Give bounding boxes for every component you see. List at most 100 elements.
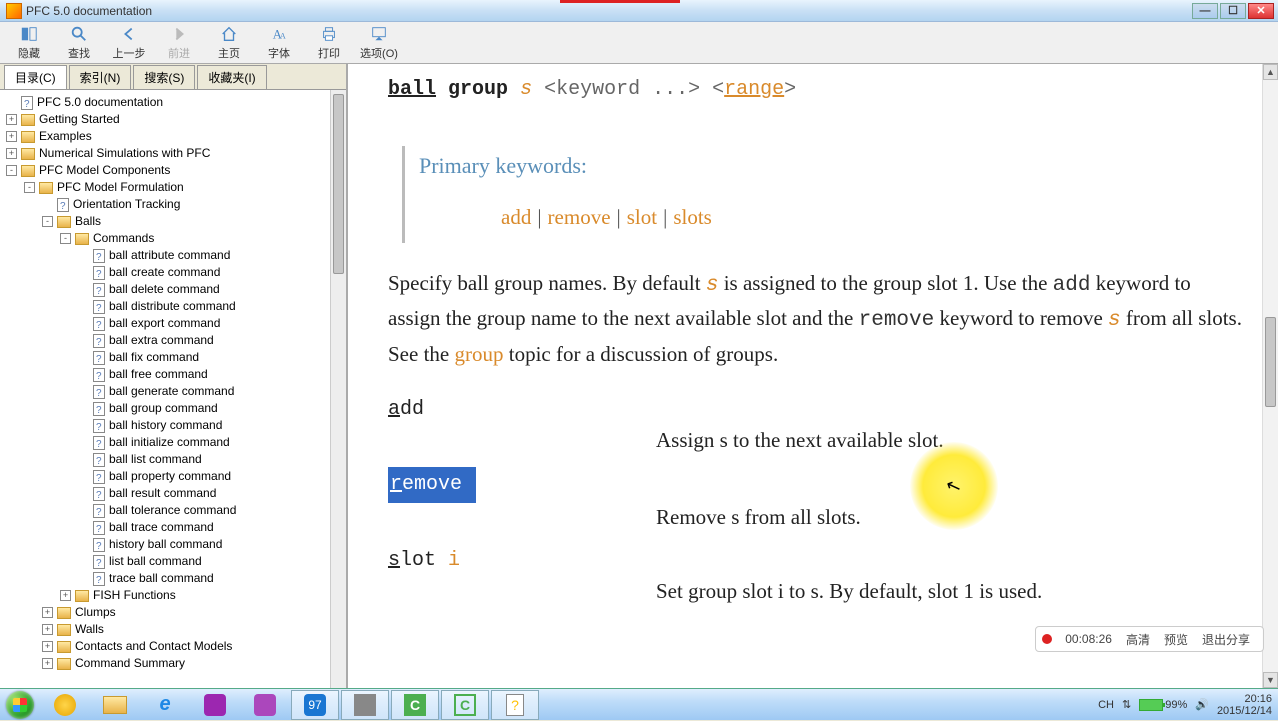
- taskbar-app-gray[interactable]: [341, 690, 389, 720]
- tree-item-label: PFC Model Formulation: [57, 179, 184, 196]
- tree-item[interactable]: ball fix command: [2, 349, 344, 366]
- close-button[interactable]: ✕: [1248, 3, 1274, 19]
- tree-item[interactable]: ball trace command: [2, 519, 344, 536]
- recording-overlay[interactable]: 00:08:26 高清 预览 退出分享: [1035, 626, 1264, 652]
- tab-contents[interactable]: 目录(C): [4, 65, 67, 89]
- tab-favorites[interactable]: 收藏夹(I): [197, 65, 266, 89]
- tree-item-label: ball export command: [109, 315, 220, 332]
- tab-index[interactable]: 索引(N): [69, 65, 132, 89]
- expand-icon[interactable]: +: [42, 641, 53, 652]
- tree-item[interactable]: Orientation Tracking: [2, 196, 344, 213]
- start-button[interactable]: [0, 689, 40, 721]
- toolbar-font[interactable]: AA字体: [254, 24, 304, 62]
- toolbar-options[interactable]: 选项(O): [354, 24, 404, 62]
- tree-item[interactable]: ball distribute command: [2, 298, 344, 315]
- maximize-button[interactable]: ☐: [1220, 3, 1246, 19]
- taskbar-app-blue[interactable]: 97: [291, 690, 339, 720]
- network-icon[interactable]: ⇅: [1122, 698, 1131, 711]
- taskbar-app-green1[interactable]: C: [391, 690, 439, 720]
- tree-item[interactable]: -PFC Model Components: [2, 162, 344, 179]
- tree-item[interactable]: ball extra command: [2, 332, 344, 349]
- tree-item[interactable]: ball attribute command: [2, 247, 344, 264]
- tree-scroll-thumb[interactable]: [333, 94, 344, 274]
- scroll-thumb[interactable]: [1265, 317, 1276, 407]
- scroll-down-icon[interactable]: ▼: [1263, 672, 1278, 688]
- scroll-track[interactable]: [1263, 80, 1278, 672]
- tree-item[interactable]: ball generate command: [2, 383, 344, 400]
- tree-item[interactable]: list ball command: [2, 553, 344, 570]
- tree-item[interactable]: -Balls: [2, 213, 344, 230]
- primary-key-remove[interactable]: remove: [548, 205, 611, 229]
- taskbar-app-purple2[interactable]: [241, 690, 289, 720]
- expand-icon[interactable]: +: [42, 624, 53, 635]
- tree-scrollbar[interactable]: [330, 90, 346, 688]
- tree-item[interactable]: history ball command: [2, 536, 344, 553]
- toolbar-find[interactable]: 查找: [54, 24, 104, 62]
- expand-icon[interactable]: +: [42, 607, 53, 618]
- tree-item[interactable]: ball tolerance command: [2, 502, 344, 519]
- collapse-icon[interactable]: -: [24, 182, 35, 193]
- collapse-icon[interactable]: -: [60, 233, 71, 244]
- minimize-button[interactable]: —: [1192, 3, 1218, 19]
- tree-item[interactable]: ball free command: [2, 366, 344, 383]
- tree-item[interactable]: -Commands: [2, 230, 344, 247]
- primary-key-slot[interactable]: slot: [627, 205, 657, 229]
- tree-item[interactable]: - PFC Model Formulation: [2, 179, 344, 196]
- expand-icon[interactable]: +: [60, 590, 71, 601]
- record-exit[interactable]: 退出分享: [1202, 631, 1250, 648]
- tree-item[interactable]: +Clumps: [2, 604, 344, 621]
- toolbar-hide[interactable]: 隐藏: [4, 24, 54, 62]
- taskbar-app-purple1[interactable]: [191, 690, 239, 720]
- content-scrollbar[interactable]: ▲ ▼: [1262, 64, 1278, 688]
- record-preview[interactable]: 预览: [1164, 631, 1188, 648]
- primary-key-slots[interactable]: slots: [673, 205, 712, 229]
- collapse-icon[interactable]: -: [42, 216, 53, 227]
- collapse-icon[interactable]: -: [6, 165, 17, 176]
- clock[interactable]: 20:16 2015/12/14: [1217, 693, 1272, 717]
- expand-icon[interactable]: +: [6, 114, 17, 125]
- tree-item[interactable]: trace ball command: [2, 570, 344, 587]
- battery-widget[interactable]: 99%: [1139, 699, 1187, 711]
- taskbar-ie[interactable]: e: [141, 690, 189, 720]
- tree-item[interactable]: ball delete command: [2, 281, 344, 298]
- tree-item[interactable]: PFC 5.0 documentation: [2, 94, 344, 111]
- tree-item[interactable]: ball history command: [2, 417, 344, 434]
- taskbar-help[interactable]: ?: [491, 690, 539, 720]
- contents-tree[interactable]: PFC 5.0 documentation+Getting Started+Ex…: [0, 90, 346, 676]
- tree-item[interactable]: ball result command: [2, 485, 344, 502]
- tree-item[interactable]: +Getting Started: [2, 111, 344, 128]
- primary-key-add[interactable]: add: [501, 205, 531, 229]
- tree-item[interactable]: ball group command: [2, 400, 344, 417]
- tree-item[interactable]: ball initialize command: [2, 434, 344, 451]
- toolbar-print[interactable]: 打印: [304, 24, 354, 62]
- tree-item[interactable]: +Command Summary: [2, 655, 344, 672]
- tree-item[interactable]: ball property command: [2, 468, 344, 485]
- ime-indicator[interactable]: CH: [1098, 699, 1114, 711]
- record-hq[interactable]: 高清: [1126, 631, 1150, 648]
- volume-icon[interactable]: 🔊: [1195, 698, 1209, 711]
- expand-icon[interactable]: +: [6, 148, 17, 159]
- toolbar-home[interactable]: 主页: [204, 24, 254, 62]
- system-tray[interactable]: CH ⇅ 99% 🔊 20:16 2015/12/14: [1090, 693, 1278, 717]
- taskbar-explorer[interactable]: [91, 690, 139, 720]
- tab-search[interactable]: 搜索(S): [133, 65, 195, 89]
- expand-icon[interactable]: +: [42, 658, 53, 669]
- taskbar-app-1[interactable]: [41, 690, 89, 720]
- tree-item[interactable]: +Numerical Simulations with PFC: [2, 145, 344, 162]
- tree-item[interactable]: ball export command: [2, 315, 344, 332]
- tree-item[interactable]: +FISH Functions: [2, 587, 344, 604]
- tree-item[interactable]: ball create command: [2, 264, 344, 281]
- group-topic-link[interactable]: group: [454, 342, 503, 366]
- tree-item[interactable]: +Contacts and Contact Models: [2, 638, 344, 655]
- toolbar-back[interactable]: 上一步: [104, 24, 154, 62]
- expand-icon[interactable]: +: [6, 131, 17, 142]
- tree-item-label: Examples: [39, 128, 92, 145]
- cmd-range-link[interactable]: range: [724, 78, 784, 101]
- tree-item[interactable]: ball list command: [2, 451, 344, 468]
- tree-item[interactable]: +Walls: [2, 621, 344, 638]
- cmd-ball[interactable]: ball: [388, 78, 436, 101]
- tree-item[interactable]: + Examples: [2, 128, 344, 145]
- document-icon: [21, 96, 33, 110]
- scroll-up-icon[interactable]: ▲: [1263, 64, 1278, 80]
- taskbar-app-green2[interactable]: C: [441, 690, 489, 720]
